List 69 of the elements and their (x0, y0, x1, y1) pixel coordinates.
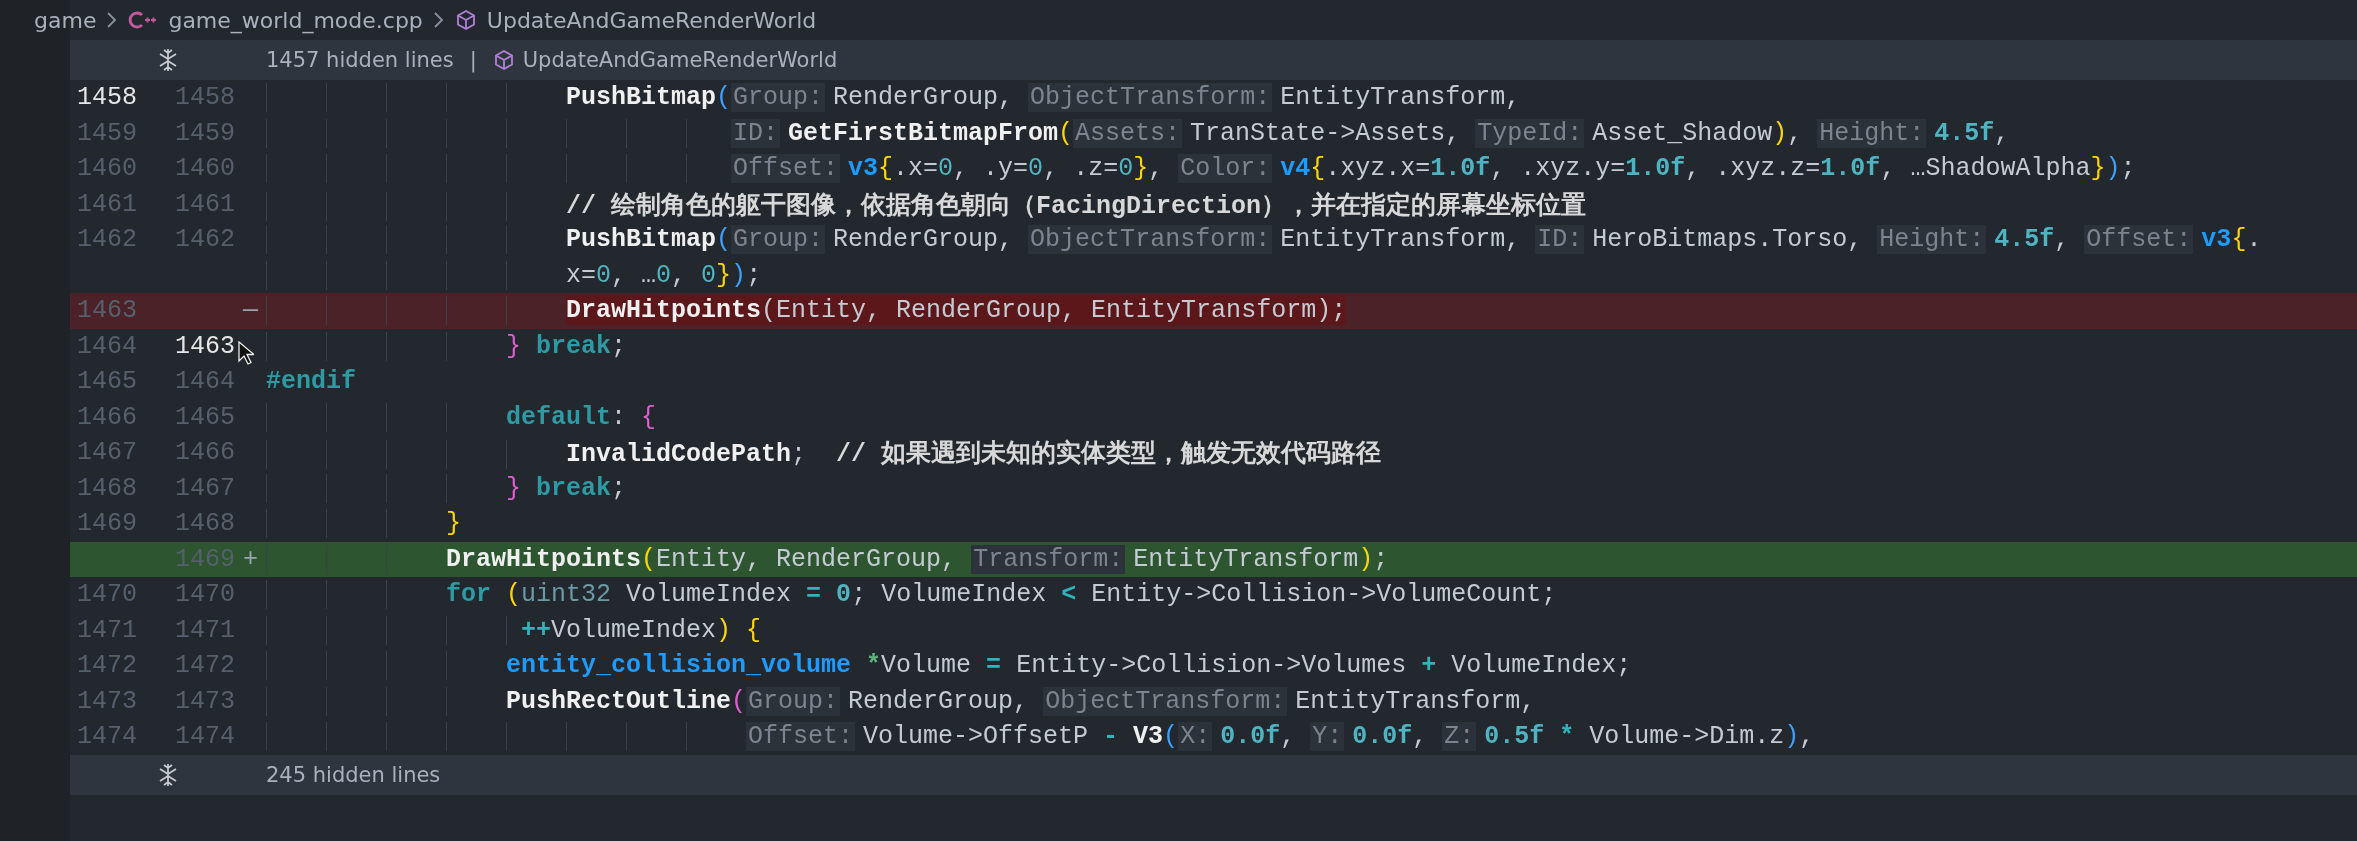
line-number: 1464 (76, 331, 137, 361)
line-number: 1464 (174, 367, 235, 397)
line-number: 1471 (76, 615, 137, 645)
cube-icon (492, 49, 515, 71)
hidden-lines-label: 245 hidden lines (266, 762, 441, 787)
line-number: 1474 (174, 722, 235, 752)
code-line: Offset: v3{.x=0, .y=0, .z=0}, Color: v4{.xyz.x=1.0f, .xyz.y=1.0f, .xyz.z=1.0f, …ShadowAlpha}); (731, 154, 2136, 184)
chevron-icon (432, 11, 445, 29)
line-number: 1458 (174, 83, 235, 113)
line-number: 1474 (76, 722, 137, 752)
line-number: 1465 (76, 367, 137, 397)
line-number: 1469 (174, 544, 235, 574)
line-number: 1458 (76, 83, 137, 113)
cpp-file-icon (128, 9, 159, 31)
line-number: 1459 (174, 118, 235, 148)
line-number: 1472 (76, 651, 137, 681)
code-line: entity_collision_volume *Volume = Entity->Collision->Volumes + VolumeIndex; (506, 651, 1632, 681)
code-line: DrawHitpoints(Entity, RenderGroup, Transform: EntityTransform); (446, 544, 1389, 574)
line-number: 1467 (174, 473, 235, 503)
line-number: 1463 (174, 331, 235, 361)
chevron-icon (106, 11, 119, 29)
breadcrumb-item[interactable]: game_world_mode.cpp (168, 7, 423, 33)
code-line: ID: GetFirstBitmapFrom(Assets: TranState->Assets, TypeId: Asset_Shadow), Height: 4.5f, (731, 118, 2010, 148)
line-number: 1465 (174, 402, 235, 432)
line-number: 1468 (76, 473, 137, 503)
code-line: default: { (506, 402, 657, 432)
breadcrumb-item[interactable]: game (34, 7, 97, 33)
code-line: #endif (266, 367, 356, 397)
line-number: 1466 (174, 438, 235, 468)
breadcrumb-item[interactable]: UpdateAndGameRenderWorld (486, 7, 817, 33)
line-number: 1461 (174, 189, 235, 219)
line-number: 1461 (76, 189, 137, 219)
unfold-icon[interactable] (157, 48, 179, 72)
code-line: PushBitmap(Group: RenderGroup, ObjectTransform: EntityTransform, (566, 83, 1521, 113)
line-number: 1460 (174, 154, 235, 184)
line-number: 1460 (76, 154, 137, 184)
line-number: 1470 (174, 580, 235, 610)
code-line: } (446, 509, 461, 539)
code-line: InvalidCodePath; // 如果遇到未知的实体类型，触发无效代码路径 (566, 440, 1382, 470)
line-number: 1469 (76, 509, 137, 539)
code-line: PushRectOutline(Group: RenderGroup, ObjectTransform: EntityTransform, (506, 686, 1536, 716)
code-line: PushBitmap(Group: RenderGroup, ObjectTransform: EntityTransform, ID: HeroBitmaps.Torso, Height: 4.5f, Offset: v3{. (566, 225, 2262, 255)
code-line: } break; (506, 331, 627, 361)
line-number: 1468 (174, 509, 235, 539)
line-number: 1473 (76, 686, 137, 716)
unfold-icon[interactable] (157, 762, 179, 787)
code-line: for (uint32 VolumeIndex = 0; VolumeIndex < Entity->Collision->VolumeCount; (446, 580, 1557, 610)
line-number: 1463 (76, 296, 137, 326)
code-line: // 绘制角色的躯干图像，依据角色朝向（FacingDirection），并在指定的屏幕坐标位置 (566, 191, 1587, 221)
diff-marker: + (242, 544, 259, 574)
line-number: 1462 (174, 225, 235, 255)
separator-text: | (469, 48, 477, 72)
line-number: 1467 (76, 438, 137, 468)
line-number: 1466 (76, 402, 137, 432)
code-line: } break; (506, 473, 627, 503)
scope-label: UpdateAndGameRenderWorld (522, 48, 838, 72)
line-number: 1472 (174, 651, 235, 681)
line-number: 1459 (76, 118, 137, 148)
mouse-pointer-icon (238, 340, 254, 365)
diff-marker: — (242, 296, 259, 326)
line-number: 1462 (76, 225, 137, 255)
code-line: Offset: Volume->OffsetP - V3(X: 0.0f, Y: 0.0f, Z: 0.5f * Volume->Dim.z), (746, 722, 1815, 752)
code-line: x=0, …0, 0}); (566, 260, 762, 290)
line-number: 1471 (174, 615, 235, 645)
line-number: 1473 (174, 686, 235, 716)
line-number: 1470 (76, 580, 137, 610)
hidden-lines-label: 1457 hidden lines (266, 48, 454, 72)
code-line: ++VolumeIndex) { (521, 615, 762, 645)
cube-icon (454, 9, 477, 31)
